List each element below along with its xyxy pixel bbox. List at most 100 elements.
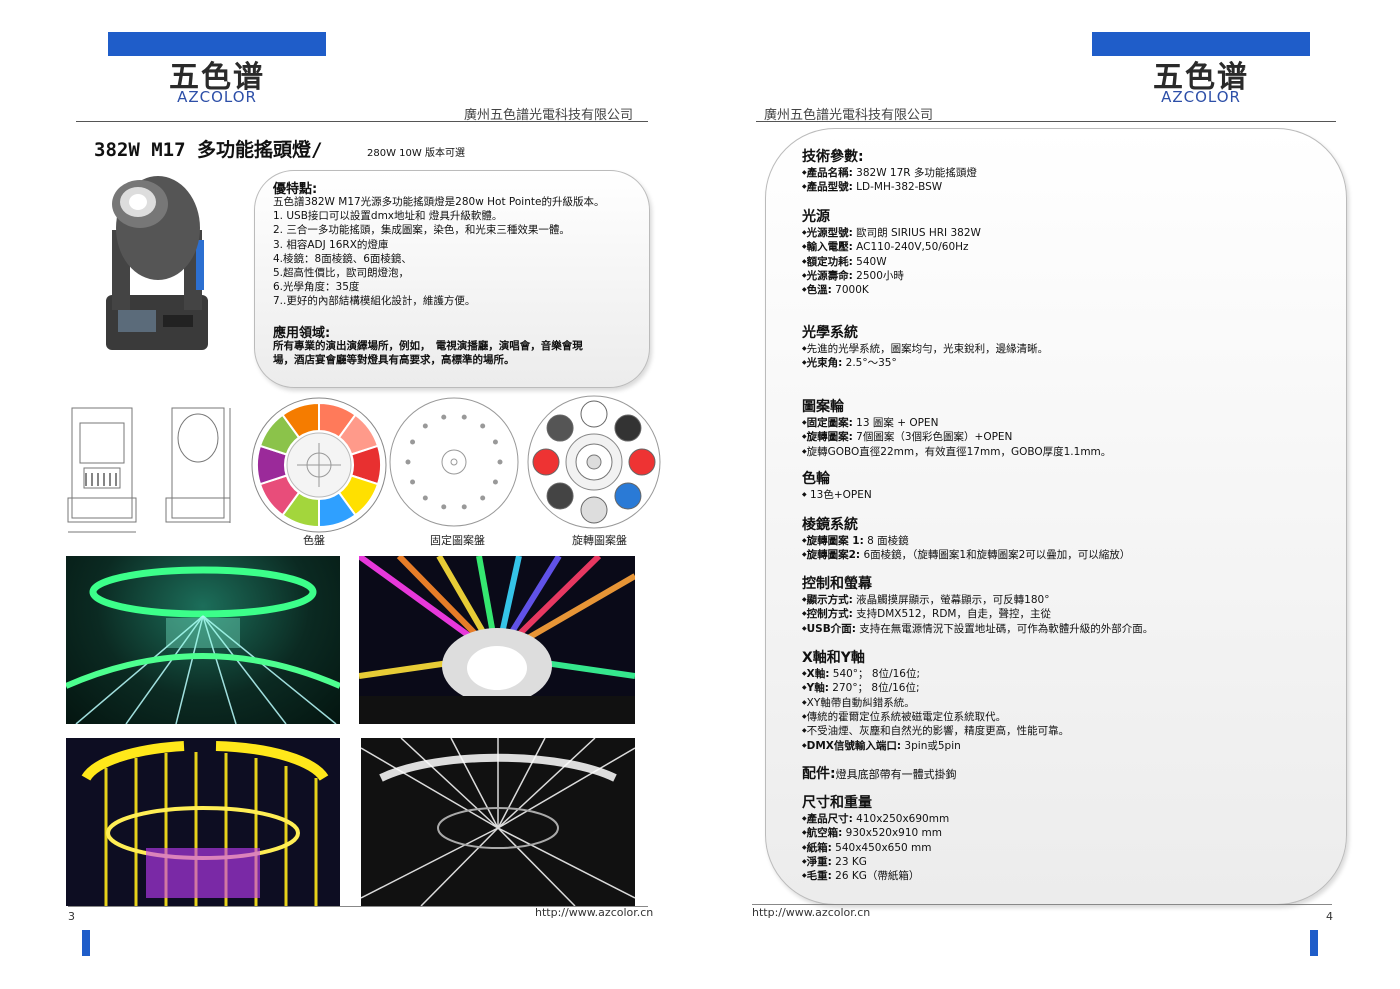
spec-key: 旋轉圖案2:	[806, 549, 861, 562]
gobo-slot	[492, 479, 498, 485]
spec-item: ◆產品尺寸: 410x250x690mm	[802, 812, 949, 826]
product-subtitle: 280W 10W 版本可選	[367, 148, 465, 159]
gobo-slot	[441, 414, 447, 420]
spec-section: X軸和Y軸 ◆X軸: 540°； 8位/16位; ◆Y軸: 270°； 8位/16位…	[802, 647, 1069, 753]
rotating-gobo	[628, 448, 656, 476]
spec-value: 410x250x690mm	[852, 813, 950, 826]
spec-item: ◆XY軸帶自動糾錯系統。	[802, 696, 1069, 710]
rotating-gobo	[580, 496, 608, 524]
spec-value: 2.5°～35°	[842, 357, 897, 370]
page-tab-right	[1310, 930, 1318, 956]
spec-item: ◆產品型號: LD-MH-382-BSW	[802, 180, 977, 194]
spec-item: ◆ 13色+OPEN	[802, 488, 872, 502]
spec-key: X軸:	[806, 668, 830, 681]
spec-item: ◆不受油煙、灰塵和自然光的影響，精度更高，性能可靠。	[802, 724, 1069, 738]
gobo-slot	[480, 495, 486, 501]
spec-key: 顯示方式:	[806, 594, 853, 607]
spec-value: 旋轉GOBO直徑22mm，有效直徑17mm，GOBO厚度1.1mm。	[806, 445, 1112, 458]
color-wheel	[251, 397, 387, 533]
spec-item: ◆光源型號: 歐司朗 SIRIUS HRI 382W	[802, 226, 981, 240]
dimension-drawing	[67, 407, 231, 533]
gobo-slot	[410, 479, 416, 485]
feature-line: 2. 三合一多功能搖頭，集成圖案，染色，和光束三種效果一體。	[273, 224, 570, 237]
brand-logo-left: 五色谱 AZCOLOR	[108, 32, 326, 114]
spec-section: 尺寸和重量 ◆產品尺寸: 410x250x690mm ◆航空箱: 930x520x9…	[802, 792, 949, 884]
rotating-gobo	[614, 414, 642, 442]
spec-value: 930x520x910 mm	[842, 827, 943, 840]
caption-color-wheel: 色盤	[303, 534, 325, 547]
spec-item: ◆控制方式: 支持DMX512，RDM，自走，聲控，主從	[802, 607, 1153, 621]
logo-english: AZCOLOR	[1161, 88, 1241, 106]
spec-key: Y軸:	[806, 682, 829, 695]
gobo-slot	[422, 423, 428, 429]
feature-line: 1. USB接口可以設置dmx地址和 燈具升級軟體。	[273, 210, 503, 223]
spec-section: 棱鏡系統 ◆旋轉圖案 1: 8 面棱鏡 ◆旋轉圖案2: 6面棱鏡，（旋轉圖案1和旋轉…	[802, 514, 1130, 563]
spec-item: ◆產品名稱: 382W 17R 多功能搖頭燈	[802, 166, 977, 180]
spec-section-title: 控制和螢幕	[802, 576, 872, 592]
spec-key: 產品型號:	[806, 181, 853, 194]
spec-key: 產品名稱:	[806, 167, 853, 180]
page-tab-left	[82, 930, 90, 956]
rotating-gobo-wheel	[527, 395, 661, 529]
gobo-slot	[461, 504, 467, 510]
spec-item: ◆X軸: 540°； 8位/16位;	[802, 667, 1069, 681]
gobo-slot	[492, 439, 498, 445]
product-title: 382W M17 多功能搖頭燈/	[94, 139, 323, 161]
spec-key: DMX信號輸入端口:	[806, 739, 902, 752]
application-line: 所有專業的演出演繹場所，例如， 電視演播廳，演唱會，音樂會現	[273, 340, 583, 352]
spec-item: ◆淨重: 23 KG	[802, 855, 949, 869]
feature-line: 5.超高性價比，歐司朗燈泡，	[273, 267, 410, 280]
feature-line: 五色譜382W M17光源多功能搖頭燈是280w Hot Pointe的升級版本…	[273, 196, 605, 208]
spec-key: 額定功耗:	[806, 255, 853, 268]
spec-value: 7個圖案（3個彩色圖案）+OPEN	[852, 431, 1013, 444]
gobo-slot	[461, 414, 467, 420]
website-url-left[interactable]: http://www.azcolor.cn	[535, 906, 653, 919]
page-number-right: 4	[1326, 910, 1333, 923]
gobo-slot	[480, 423, 486, 429]
rotating-gobo	[580, 400, 608, 428]
spec-section-title: 光學系統	[802, 325, 858, 341]
spec-value: AC110-240V,50/60Hz	[852, 241, 969, 254]
spec-value: 13 圖案 + OPEN	[852, 417, 939, 430]
spec-key: USB介面:	[806, 622, 856, 635]
spec-section: 圖案輪 ◆固定圖案: 13 圖案 + OPEN ◆旋轉圖案: 7個圖案（3個彩色圖案…	[802, 396, 1111, 459]
feature-line: 6.光學角度：35度	[273, 281, 360, 294]
features-list: 五色譜382W M17光源多功能搖頭燈是280w Hot Pointe的升級版本…	[273, 195, 604, 309]
spec-value: 液晶觸摸屏顯示，螢幕顯示，可反轉180°	[852, 594, 1050, 607]
spec-item: ◆旋轉圖案: 7個圖案（3個彩色圖案）+OPEN	[802, 430, 1111, 444]
fixed-gobo-wheel	[389, 397, 519, 527]
spec-section-title: 光源	[802, 209, 830, 225]
spec-value: 23 KG	[831, 856, 867, 869]
spec-key: 光源型號:	[806, 227, 853, 240]
spec-value: 540x450x650 mm	[831, 841, 932, 854]
spec-value: 8 面棱鏡	[863, 535, 909, 548]
website-url-right[interactable]: http://www.azcolor.cn	[752, 906, 870, 919]
spec-value: 13色+OPEN	[806, 489, 872, 502]
spec-value: XY軸帶自動糾錯系統。	[806, 696, 915, 709]
stage-photo-yellow	[66, 738, 340, 906]
rotating-gobo	[546, 414, 574, 442]
stage-photo-rainbow	[359, 556, 635, 724]
gobo-slot	[422, 495, 428, 501]
spec-value: 270°； 8位/16位;	[828, 682, 920, 695]
spec-inline-value: 燈具底部帶有一體式掛鉤	[835, 768, 957, 781]
spec-section-title: 色輪	[802, 471, 830, 487]
spec-value: 2500小時	[852, 270, 904, 283]
spec-item: ◆輸入電壓: AC110-240V,50/60Hz	[802, 240, 981, 254]
page-number-left: 3	[68, 910, 75, 923]
rotating-gobo	[614, 482, 642, 510]
spec-section-title: 配件:燈具底部帶有一體式掛鉤	[802, 766, 957, 782]
spec-key: 旋轉圖案 1:	[806, 535, 864, 548]
spec-section-title: X軸和Y軸	[802, 650, 865, 666]
spec-key: 航空箱:	[806, 827, 843, 840]
spec-value: 傳統的霍爾定位系統被磁電定位系統取代。	[806, 711, 1007, 724]
gobo-slot	[410, 439, 416, 445]
spec-item: ◆顯示方式: 液晶觸摸屏顯示，螢幕顯示，可反轉180°	[802, 593, 1153, 607]
spec-key: 產品尺寸:	[806, 813, 853, 826]
spec-section-title: 技術參數:	[802, 149, 864, 165]
rotating-gobo	[532, 448, 560, 476]
spec-value: 26 KG（帶紙箱）	[831, 870, 920, 883]
spec-item: ◆DMX信號輸入端口: 3pin或5pin	[802, 739, 1069, 753]
spec-key: 輸入電壓:	[806, 241, 853, 254]
rotating-gobo	[546, 482, 574, 510]
